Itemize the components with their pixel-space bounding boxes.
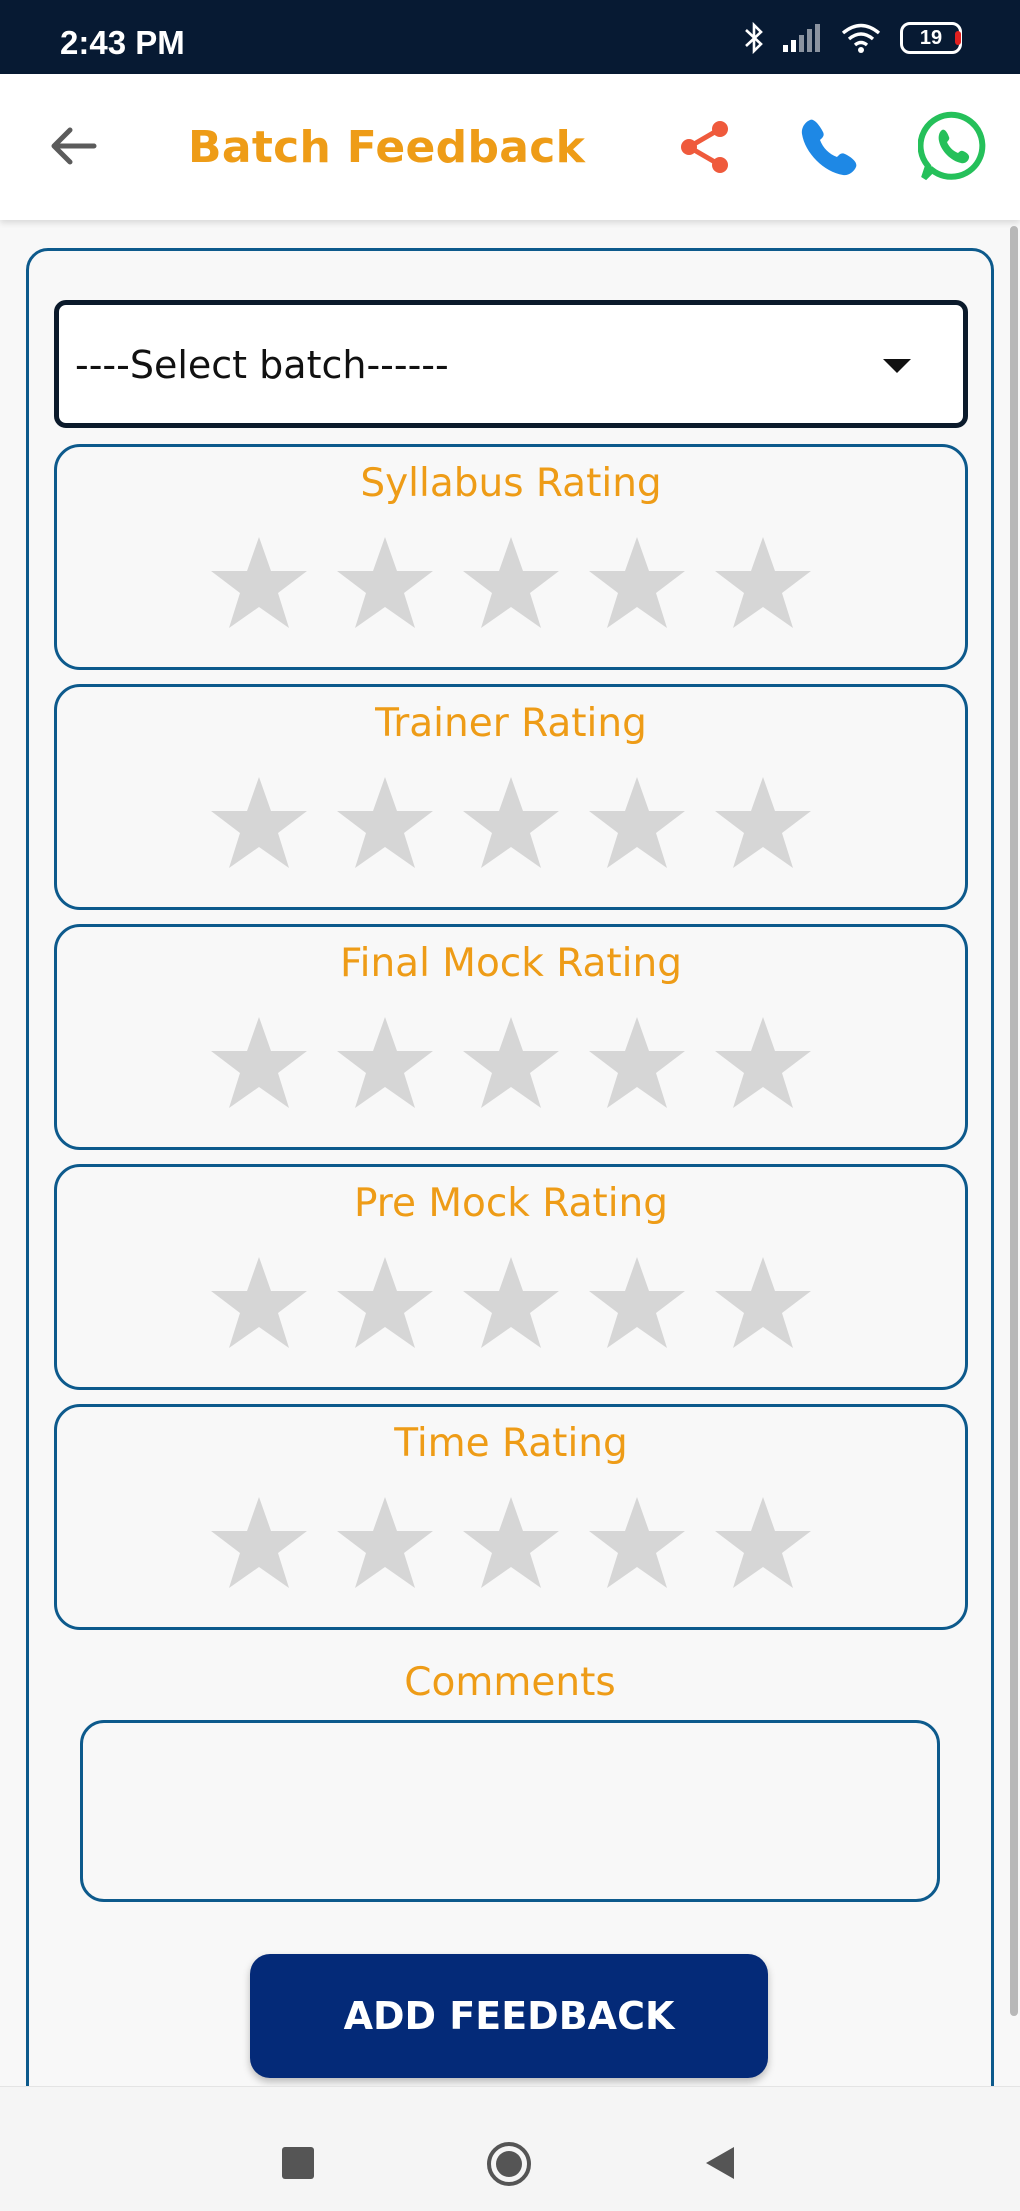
back-triangle-icon[interactable] xyxy=(702,2145,738,2181)
wifi-icon xyxy=(841,23,881,53)
status-bar: 2:43 PM 19 xyxy=(0,0,1020,74)
star-icon[interactable] xyxy=(207,1011,311,1115)
recents-square-icon[interactable] xyxy=(282,2147,314,2179)
star-rating-control xyxy=(207,531,815,635)
status-icons: 19 xyxy=(744,20,962,56)
rating-title: Pre Mock Rating xyxy=(353,1181,669,1226)
star-rating-control xyxy=(207,1251,815,1355)
star-icon[interactable] xyxy=(459,531,563,635)
rating-box: Trainer Rating xyxy=(54,684,968,910)
star-icon[interactable] xyxy=(459,1491,563,1595)
whatsapp-icon[interactable] xyxy=(918,110,992,184)
star-icon[interactable] xyxy=(207,1491,311,1595)
back-arrow-icon[interactable] xyxy=(44,116,104,176)
star-icon[interactable] xyxy=(585,771,689,875)
star-icon[interactable] xyxy=(711,1491,815,1595)
comments-input[interactable] xyxy=(80,1720,940,1902)
star-icon[interactable] xyxy=(711,1251,815,1355)
star-icon[interactable] xyxy=(585,1251,689,1355)
star-icon[interactable] xyxy=(711,771,815,875)
star-icon[interactable] xyxy=(711,531,815,635)
rating-box: Syllabus Rating xyxy=(54,444,968,670)
app-bar: Batch Feedback xyxy=(0,74,1020,220)
status-time: 2:43 PM xyxy=(60,24,185,61)
dropdown-arrow-icon xyxy=(883,359,911,373)
batch-select[interactable]: ----Select batch------ xyxy=(54,300,968,428)
star-icon[interactable] xyxy=(207,531,311,635)
bluetooth-icon xyxy=(745,21,763,55)
rating-title: Trainer Rating xyxy=(375,701,647,746)
home-circle-icon[interactable] xyxy=(486,2141,532,2187)
star-icon[interactable] xyxy=(333,531,437,635)
star-icon[interactable] xyxy=(333,1491,437,1595)
star-rating-control xyxy=(207,1011,815,1115)
batch-select-value: ----Select batch------ xyxy=(75,343,449,387)
system-nav-bar xyxy=(0,2086,1020,2211)
star-icon[interactable] xyxy=(333,1011,437,1115)
star-icon[interactable] xyxy=(207,771,311,875)
signal-icon xyxy=(783,24,820,52)
star-icon[interactable] xyxy=(333,771,437,875)
comments-label: Comments xyxy=(404,1660,616,1705)
rating-box: Pre Mock Rating xyxy=(54,1164,968,1390)
scrollbar[interactable] xyxy=(1010,226,1018,2016)
rating-title: Time Rating xyxy=(394,1421,628,1466)
star-icon[interactable] xyxy=(333,1251,437,1355)
star-icon[interactable] xyxy=(585,1491,689,1595)
star-icon[interactable] xyxy=(207,1251,311,1355)
star-icon[interactable] xyxy=(459,1251,563,1355)
page-title: Batch Feedback xyxy=(188,122,586,173)
rating-title: Syllabus Rating xyxy=(360,461,662,506)
star-icon[interactable] xyxy=(585,531,689,635)
rating-title: Final Mock Rating xyxy=(340,941,682,986)
battery-icon: 19 xyxy=(900,22,962,54)
star-rating-control xyxy=(207,1491,815,1595)
star-rating-control xyxy=(207,771,815,875)
star-icon[interactable] xyxy=(459,771,563,875)
share-icon[interactable] xyxy=(672,114,738,180)
phone-icon[interactable] xyxy=(796,114,862,180)
star-icon[interactable] xyxy=(585,1011,689,1115)
battery-level: 19 xyxy=(919,27,943,49)
add-feedback-button[interactable]: ADD FEEDBACK xyxy=(250,1954,768,2078)
rating-box: Time Rating xyxy=(54,1404,968,1630)
star-icon[interactable] xyxy=(711,1011,815,1115)
battery-low-indicator xyxy=(955,31,961,45)
rating-box: Final Mock Rating xyxy=(54,924,968,1150)
star-icon[interactable] xyxy=(459,1011,563,1115)
